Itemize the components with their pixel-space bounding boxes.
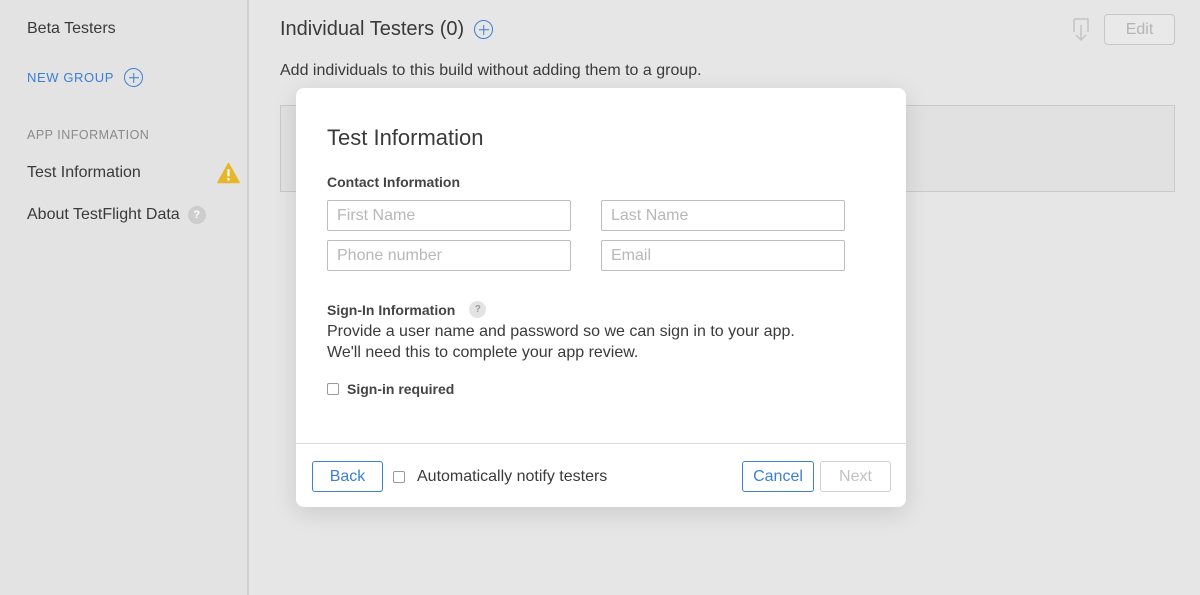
question-circle-icon: ? bbox=[187, 206, 206, 224]
edit-button[interactable]: Edit bbox=[1104, 14, 1175, 45]
warning-triangle-icon bbox=[217, 162, 240, 184]
signin-help-icon[interactable]: ? bbox=[469, 301, 487, 318]
contact-information-label: Contact Information bbox=[327, 174, 460, 190]
auto-notify-label: Automatically notify testers bbox=[417, 468, 608, 485]
signin-required-label: Sign-in required bbox=[347, 381, 455, 397]
test-information-modal: Test Information Contact Information Sig… bbox=[296, 88, 906, 507]
about-testflight-label: About TestFlight Data bbox=[27, 206, 180, 223]
app-information-header: APP INFORMATION bbox=[27, 128, 150, 142]
new-group-label: NEW GROUP bbox=[27, 70, 115, 85]
last-name-field[interactable] bbox=[601, 200, 845, 231]
signin-required-checkbox-row[interactable]: Sign-in required bbox=[327, 381, 454, 397]
page-title-row: Individual Testers (0) bbox=[280, 18, 494, 41]
first-name-field[interactable] bbox=[327, 200, 571, 231]
download-icon[interactable] bbox=[1070, 17, 1092, 43]
phone-number-field[interactable] bbox=[327, 240, 571, 271]
page-subtitle: Add individuals to this build without ad… bbox=[280, 62, 702, 79]
modal-footer-divider bbox=[296, 443, 906, 444]
sidebar-item-test-information[interactable]: Test Information bbox=[27, 164, 141, 182]
signin-description: Provide a user name and password so we c… bbox=[327, 323, 795, 361]
back-button[interactable]: Back bbox=[312, 461, 383, 492]
email-field[interactable] bbox=[601, 240, 845, 271]
add-tester-icon[interactable] bbox=[474, 20, 494, 39]
plus-circle-icon bbox=[124, 68, 144, 87]
sidebar: Beta Testers NEW GROUP APP INFORMATION T… bbox=[0, 0, 249, 595]
signin-information-label: Sign-In Information bbox=[327, 301, 456, 318]
sidebar-item-beta-testers[interactable]: Beta Testers bbox=[27, 20, 116, 38]
page-title: Individual Testers (0) bbox=[280, 18, 465, 40]
next-button[interactable]: Next bbox=[820, 461, 891, 492]
cancel-button[interactable]: Cancel bbox=[742, 461, 814, 492]
auto-notify-checkbox[interactable] bbox=[393, 471, 405, 483]
sidebar-item-about-testflight[interactable]: About TestFlight Data ? bbox=[27, 206, 206, 224]
new-group-button[interactable]: NEW GROUP bbox=[27, 68, 144, 87]
auto-notify-checkbox-row[interactable]: Automatically notify testers bbox=[393, 468, 607, 486]
modal-title: Test Information bbox=[327, 125, 484, 150]
signin-information-header: Sign-In Information ? bbox=[327, 301, 487, 318]
signin-required-checkbox[interactable] bbox=[327, 383, 339, 395]
